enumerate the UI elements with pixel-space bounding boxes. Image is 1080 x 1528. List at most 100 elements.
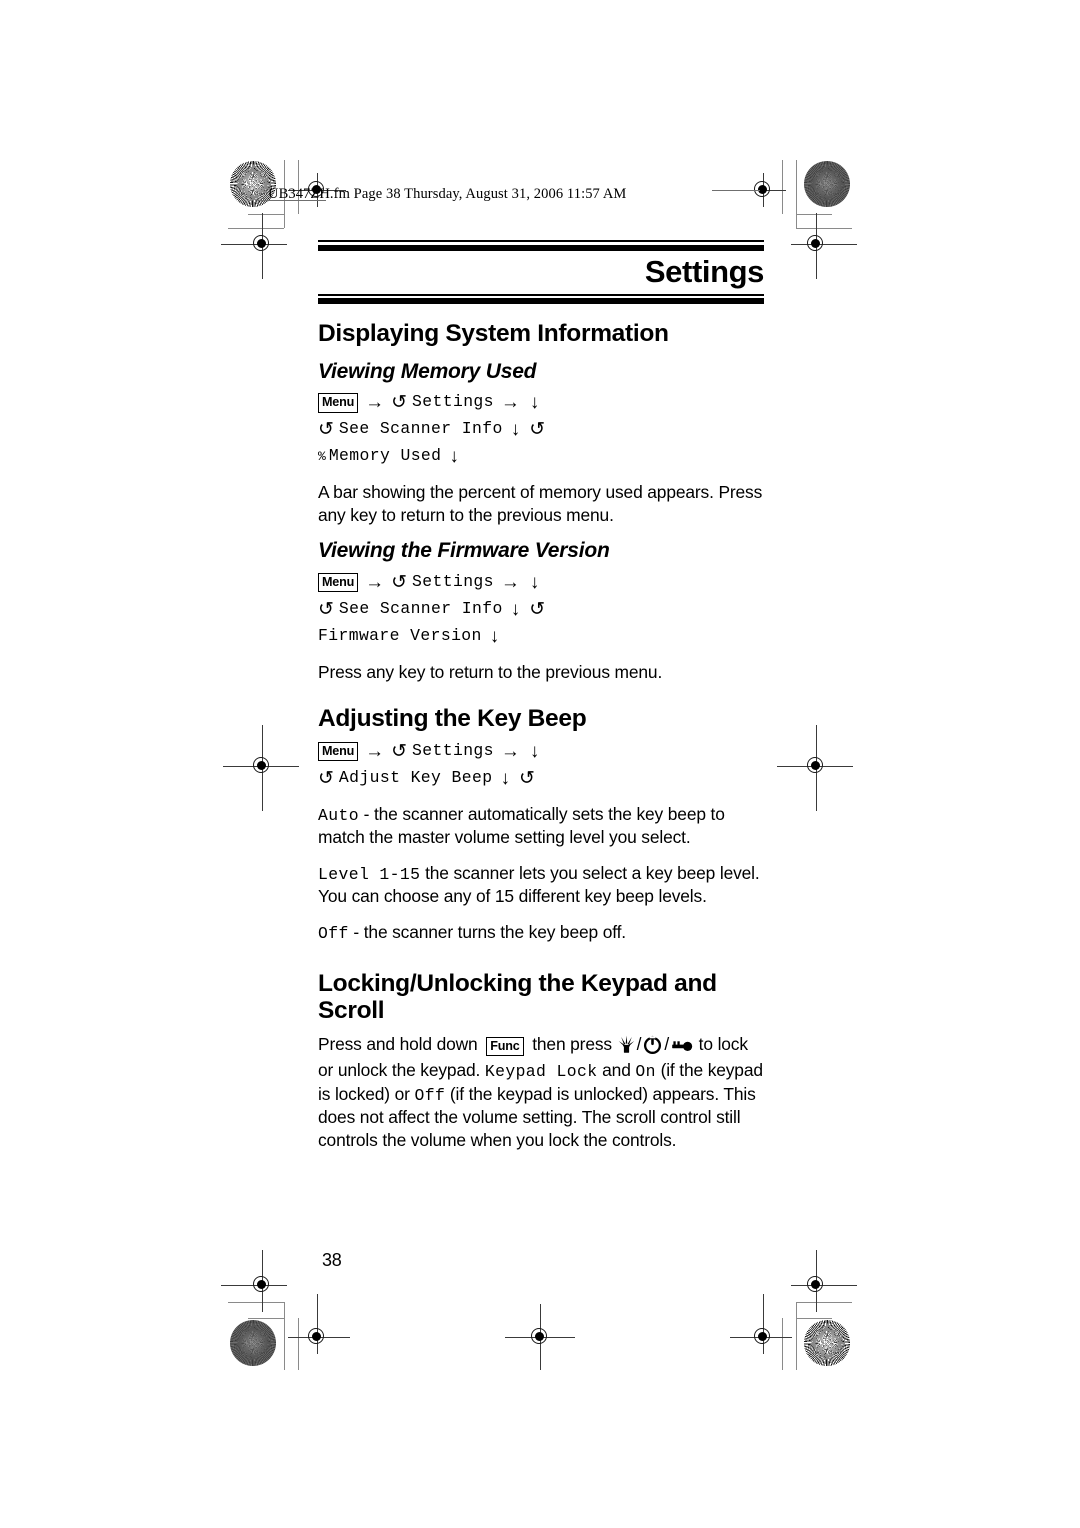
chapter-banner: Settings (318, 240, 764, 305)
option-separator: - (348, 921, 364, 942)
instruction-part-4: and (597, 1060, 636, 1081)
arrow-down-icon: ↓ (500, 767, 510, 789)
menu-path-adjust-key-beep: Menu → ↺ Settings → ↓ ↺ Adjust Key Beep … (318, 739, 764, 791)
option-separator: - (358, 803, 374, 824)
func-key-button[interactable]: Func (486, 1036, 524, 1057)
header-rule-right (712, 190, 760, 191)
registration-rosette (804, 1320, 850, 1366)
arrow-right-icon: → (500, 571, 520, 593)
menu-item-label: See Scanner Info (338, 598, 503, 618)
menu-key-button[interactable]: Menu (318, 393, 359, 413)
light-icon (618, 1035, 635, 1060)
menu-path-line: ↺ See Scanner Info ↓ ↺ (318, 417, 764, 442)
menu-item-label: Settings (412, 572, 494, 591)
menu-item-label: Adjust Key Beep (338, 767, 493, 787)
registration-rosette (804, 161, 850, 207)
crop-line (284, 1302, 285, 1370)
power-icon (643, 1035, 662, 1060)
option-level: Level 1-15 the scanner lets you select a… (318, 862, 764, 908)
option-code: Off (318, 923, 349, 943)
registration-rosette (230, 1320, 276, 1366)
page-title: Settings (644, 253, 764, 289)
key-icon (671, 1037, 693, 1060)
menu-item-label: Settings (412, 392, 494, 412)
arrow-down-icon: ↓ (529, 571, 540, 593)
menu-item-label: See Scanner Info (338, 419, 503, 439)
option-code: Auto (318, 805, 359, 825)
paragraph-locking-instruction: Press and hold down Func then press / / t… (318, 1033, 764, 1152)
heading-viewing-the-firmware-version: Viewing the Firmware Version (318, 539, 610, 563)
registration-target (505, 1304, 575, 1370)
heading-viewing-memory-used: Viewing Memory Used (318, 359, 537, 383)
registration-target (791, 1250, 857, 1312)
instruction-part-1: Press and hold down (318, 1033, 483, 1054)
paragraph-firmware-version: Press any key to return to the previous … (318, 661, 663, 682)
percent-icon: % (318, 448, 326, 464)
menu-path-line: Firmware Version ↓ (318, 624, 764, 649)
crop-line (248, 214, 284, 215)
arrow-right-icon: → (365, 740, 385, 762)
menu-path-line: ↺ Adjust Key Beep ↓ ↺ (318, 766, 764, 791)
option-off: Off - the scanner turns the key beep off… (318, 921, 764, 944)
registration-target (223, 725, 299, 811)
heading-locking-unlocking-keypad-and-scroll: Locking/Unlocking the Keypad and Scroll (318, 969, 717, 1025)
display-code-off: Off (414, 1085, 446, 1105)
heading-adjusting-the-key-beep: Adjusting the Key Beep (318, 705, 587, 733)
arrow-right-icon: → (365, 392, 385, 414)
crop-line (796, 1318, 832, 1319)
menu-key-button[interactable]: Menu (318, 741, 359, 762)
print-file-header: UB347ZH.fm Page 38 Thursday, August 31, … (268, 186, 627, 202)
menu-item-label: Firmware Version (318, 625, 482, 645)
crop-line (796, 1302, 797, 1370)
scroll-control-icon: ↺ (391, 392, 408, 414)
registration-target (777, 725, 853, 811)
registration-target (221, 213, 287, 279)
menu-key-button[interactable]: Menu (318, 572, 359, 593)
crop-line (796, 214, 832, 215)
crop-line (796, 228, 852, 229)
scroll-control-icon: ↺ (318, 598, 334, 620)
page-content: Settings Displaying System Information V… (318, 240, 764, 1164)
instruction-part-2: then press (527, 1033, 617, 1054)
crop-line (248, 1318, 284, 1319)
scroll-control-icon: ↺ (529, 419, 546, 441)
slash-separator: / (636, 1033, 642, 1054)
menu-item-label: Memory Used (328, 446, 442, 466)
arrow-down-icon: ↓ (529, 392, 540, 414)
option-auto: Auto - the scanner automatically sets th… (318, 803, 764, 849)
registration-target (730, 1294, 792, 1354)
arrow-right-icon: → (500, 740, 520, 762)
crop-line (796, 160, 797, 228)
scroll-control-icon: ↺ (391, 571, 408, 593)
arrow-down-icon: ↓ (510, 419, 521, 441)
crop-line (782, 1318, 783, 1370)
menu-path-viewing-firmware-version: Menu → ↺ Settings → ↓ ↺ See Scanner Info… (318, 570, 764, 649)
scroll-control-icon: ↺ (529, 598, 546, 620)
page-number: 38 (322, 1250, 342, 1270)
registration-target (288, 1294, 350, 1354)
registration-target (221, 1250, 287, 1312)
arrow-down-icon: ↓ (489, 625, 500, 647)
arrow-down-icon: ↓ (510, 598, 521, 620)
scroll-control-icon: ↺ (518, 767, 535, 789)
arrow-down-icon: ↓ (449, 446, 459, 468)
menu-path-line: ↺ See Scanner Info ↓ ↺ (318, 597, 764, 622)
arrow-right-icon: → (365, 571, 385, 593)
crop-line (782, 160, 783, 214)
crop-line (298, 1318, 299, 1370)
menu-path-line: Menu → ↺ Settings → ↓ (318, 739, 764, 764)
menu-path-line: Menu → ↺ Settings → ↓ (318, 570, 764, 595)
heading-displaying-system-information: Displaying System Information (318, 320, 669, 348)
arrow-down-icon: ↓ (529, 740, 540, 762)
menu-path-line: % Memory Used ↓ (318, 444, 764, 469)
option-text: the scanner automatically sets the key b… (318, 803, 725, 848)
crop-line (228, 1302, 284, 1303)
display-code-on: On (635, 1062, 656, 1082)
crop-line (796, 1302, 852, 1303)
option-text: the scanner turns the key beep off. (363, 921, 626, 942)
crop-line (228, 228, 284, 229)
paragraph-memory-used: A bar showing the percent of memory used… (318, 482, 763, 525)
menu-path-line: Menu → ↺ Settings → ↓ (318, 390, 764, 415)
scroll-control-icon: ↺ (318, 419, 334, 441)
menu-item-label: Settings (412, 740, 494, 760)
